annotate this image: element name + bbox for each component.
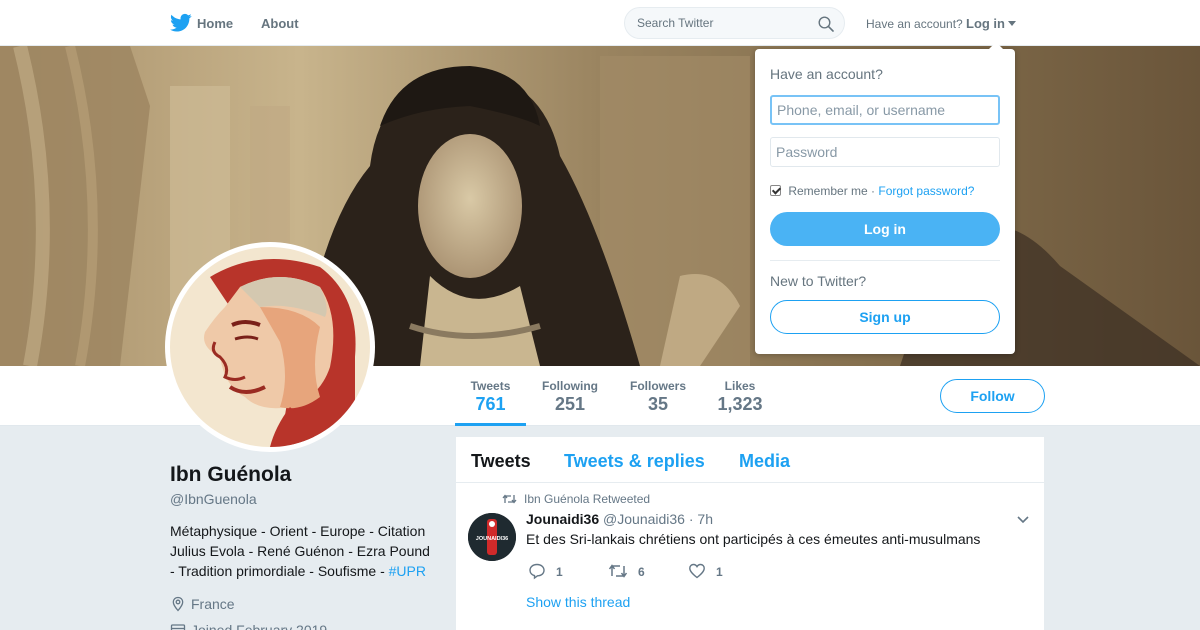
remember-me-row: Remember me · Forgot password? (770, 184, 974, 198)
retweet-context-text: Ibn Guénola Retweeted (524, 492, 651, 506)
login-toggle-label: Log in (966, 16, 1005, 31)
password-input[interactable] (770, 137, 1000, 167)
tweet-header: Jounaidi36 @Jounaidi36 · 7h (526, 511, 713, 527)
forgot-password-link[interactable]: Forgot password? (878, 184, 974, 198)
profile-location-text: France (191, 596, 235, 612)
tweet-avatar-image: JOUNAIDI36 (468, 513, 516, 561)
search-icon[interactable] (818, 16, 834, 32)
stat-followers-label: Followers (629, 379, 686, 393)
tweet-author-handle[interactable]: @Jounaidi36 (603, 511, 685, 527)
reply-count: 1 (556, 565, 563, 579)
login-submit-button[interactable]: Log in (770, 212, 1000, 246)
tweet-text: Et des Sri-lankais chrétiens ont partici… (526, 531, 981, 547)
timeline-tabs: Tweets Tweets & replies Media (456, 437, 1044, 483)
stat-following-value: 251 (554, 394, 586, 414)
stat-likes[interactable]: Likes 1,323 (712, 366, 768, 426)
login-dropdown-title: Have an account? (770, 66, 883, 82)
twitter-bird-logo-icon[interactable] (170, 13, 192, 33)
search-input[interactable] (637, 16, 812, 30)
tab-tweets[interactable]: Tweets (471, 451, 531, 472)
stat-likes-value: 1,323 (717, 394, 763, 414)
reply-icon (529, 563, 545, 580)
remember-me-checkbox[interactable] (770, 185, 781, 196)
tab-tweets-and-replies[interactable]: Tweets & replies (564, 451, 705, 472)
login-dropdown-toggle[interactable]: Log in (966, 16, 1016, 31)
nav-home-link[interactable]: Home (197, 16, 233, 31)
username-input[interactable] (770, 95, 1000, 125)
tweet-avatar-label: JOUNAIDI36 (476, 536, 508, 542)
nav-about-link[interactable]: About (261, 16, 299, 31)
retweet-context-icon (502, 494, 517, 504)
stat-followers[interactable]: Followers 35 (624, 366, 692, 426)
stat-tweets[interactable]: Tweets 761 (455, 366, 526, 426)
profile-joined-date: Joined February 2019 (170, 622, 327, 630)
dropdown-divider (770, 260, 1000, 261)
stat-following[interactable]: Following 251 (537, 366, 603, 426)
remember-me-label[interactable]: Remember me · (788, 184, 875, 198)
retweet-action[interactable]: 6 (608, 562, 645, 580)
signup-button[interactable]: Sign up (770, 300, 1000, 334)
stat-tweets-label: Tweets (470, 379, 511, 393)
stat-tweets-value: 761 (475, 394, 506, 414)
follow-button[interactable]: Follow (940, 379, 1045, 413)
search-box (624, 7, 845, 39)
location-pin-icon (172, 596, 184, 612)
retweet-context: Ibn Guénola Retweeted (502, 492, 650, 506)
profile-joined-text: Joined February 2019 (191, 622, 328, 630)
dropdown-arrow (988, 42, 1004, 50)
profile-bio: Métaphysique - Orient - Europe - Citatio… (170, 521, 435, 581)
timeline-panel: Tweets Tweets & replies Media Ibn Guénol… (456, 437, 1044, 630)
like-count: 1 (716, 565, 723, 579)
stat-likes-label: Likes (724, 379, 756, 393)
tweet-timestamp[interactable]: · 7h (689, 511, 713, 527)
stat-followers-value: 35 (647, 394, 669, 414)
retweet-count: 6 (638, 565, 645, 579)
bio-hashtag-link[interactable]: #UPR (389, 563, 426, 579)
profile-location: France (170, 596, 235, 612)
stat-following-label: Following (542, 379, 598, 393)
account-prompt-text: Have an account? (866, 17, 963, 31)
profile-name: Ibn Guénola (170, 463, 292, 486)
new-to-twitter-text: New to Twitter? (770, 273, 867, 289)
profile-avatar[interactable] (165, 242, 375, 452)
login-dropdown: Have an account? Remember me · Forgot pa… (755, 42, 1015, 354)
like-action[interactable]: 1 (688, 562, 723, 580)
tab-media[interactable]: Media (739, 451, 790, 472)
retweet-icon (608, 564, 628, 578)
show-thread-link[interactable]: Show this thread (526, 594, 630, 610)
tweet-author-avatar[interactable]: JOUNAIDI36 (468, 513, 516, 561)
caret-down-icon (1008, 21, 1016, 26)
avatar-portrait-image (170, 247, 370, 447)
heart-icon (689, 563, 705, 579)
calendar-icon (170, 624, 186, 630)
reply-action[interactable]: 1 (528, 562, 563, 580)
tweet-author-name[interactable]: Jounaidi36 (526, 511, 599, 527)
profile-handle[interactable]: @IbnGuenola (170, 491, 257, 507)
top-navigation-bar: Home About Have an account? Log in (0, 0, 1200, 46)
tweet-options-chevron-icon[interactable] (1016, 515, 1030, 525)
